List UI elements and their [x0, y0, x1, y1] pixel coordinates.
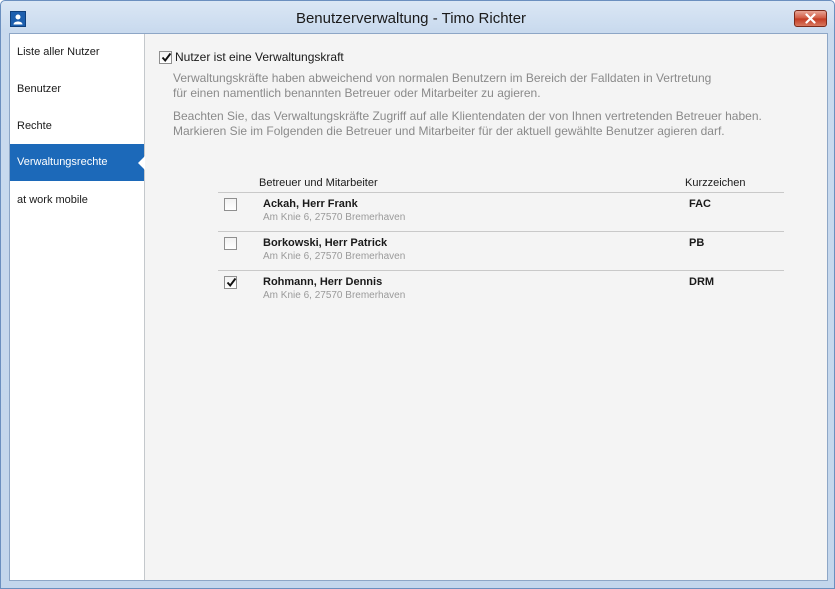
row-checkbox[interactable] — [224, 276, 237, 289]
row-name: Borkowski, Herr Patrick — [263, 237, 388, 249]
sidebar-item-verwaltungsrechte[interactable]: Verwaltungsrechte — [10, 144, 145, 181]
info-text-1-line-1: Verwaltungskräfte haben abweichend von n… — [173, 71, 712, 85]
row-checkbox[interactable] — [224, 198, 237, 211]
admin-checkbox-label: Nutzer ist eine Verwaltungskraft — [175, 50, 344, 64]
admin-checkbox[interactable] — [159, 51, 172, 64]
row-code: PB — [689, 237, 705, 249]
table-divider — [218, 270, 784, 271]
sidebar-item-rechte[interactable]: Rechte — [10, 108, 144, 145]
info-text-1-line-2: für einen namentlich benannten Betreuer … — [173, 86, 541, 100]
dialog-body: Liste aller Nutzer Benutzer Rechte Verwa… — [9, 33, 828, 581]
main-content: Nutzer ist eine Verwaltungskraft Verwalt… — [145, 34, 827, 580]
row-address: Am Knie 6, 27570 Bremerhaven — [263, 290, 406, 301]
row-code: FAC — [689, 198, 711, 210]
row-address: Am Knie 6, 27570 Bremerhaven — [263, 251, 406, 262]
sidebar-item-liste-aller-nutzer[interactable]: Liste aller Nutzer — [10, 34, 144, 71]
checkmark-icon — [226, 277, 237, 287]
sidebar: Liste aller Nutzer Benutzer Rechte Verwa… — [10, 34, 145, 580]
column-header-code[interactable]: Kurzzeichen — [685, 177, 746, 189]
info-text-2-line-2: Markieren Sie im Folgenden die Betreuer … — [173, 124, 725, 138]
betreuer-table: Betreuer und Mitarbeiter Kurzzeichen Ack… — [218, 174, 784, 304]
row-checkbox[interactable] — [224, 237, 237, 250]
sidebar-item-at-work-mobile[interactable]: at work mobile — [10, 182, 144, 219]
title-bar: Benutzerverwaltung - Timo Richter — [1, 1, 834, 35]
sidebar-item-benutzer[interactable]: Benutzer — [10, 71, 144, 108]
table-divider — [218, 192, 784, 193]
close-button[interactable] — [794, 10, 827, 27]
window: Benutzerverwaltung - Timo Richter Liste … — [0, 0, 835, 589]
window-title: Benutzerverwaltung - Timo Richter — [295, 10, 527, 27]
row-name: Rohmann, Herr Dennis — [263, 276, 383, 288]
table-divider — [218, 231, 784, 232]
row-name: Ackah, Herr Frank — [263, 198, 358, 210]
close-icon — [805, 13, 816, 24]
checkmark-icon — [161, 52, 172, 62]
row-code: DRM — [689, 276, 715, 288]
row-address: Am Knie 6, 27570 Bremerhaven — [263, 212, 406, 223]
column-header-name[interactable]: Betreuer und Mitarbeiter — [259, 177, 378, 189]
info-text-2-line-1: Beachten Sie, das Verwaltungskräfte Zugr… — [173, 109, 762, 123]
